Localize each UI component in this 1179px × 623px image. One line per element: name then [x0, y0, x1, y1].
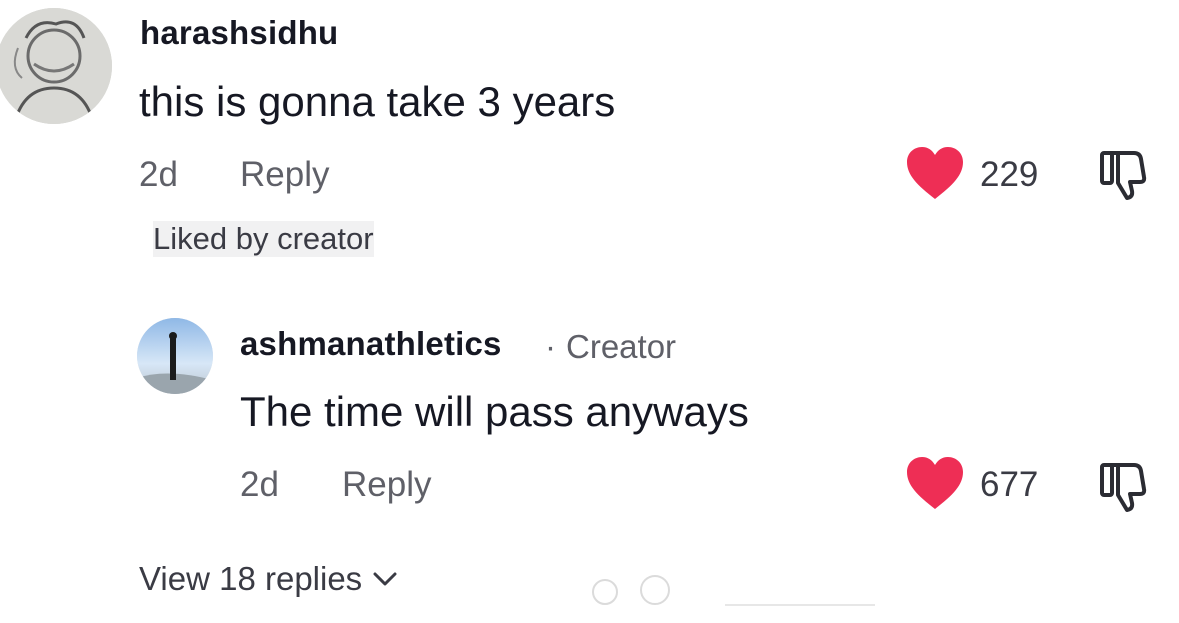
avatar[interactable] — [0, 8, 112, 124]
avatar[interactable] — [137, 318, 213, 394]
like-count: 677 — [980, 465, 1039, 504]
heart-icon[interactable] — [905, 145, 965, 201]
like-count: 229 — [980, 155, 1039, 194]
chevron-down-icon — [373, 572, 397, 586]
liked-by-creator-badge: Liked by creator — [153, 221, 374, 257]
comment-item: harashsidhu this is gonna take 3 years 2… — [0, 0, 1179, 280]
view-replies-button[interactable]: View 18 replies — [139, 560, 398, 598]
comment-time: 2d — [240, 465, 279, 504]
username[interactable]: harashsidhu — [140, 14, 338, 52]
comment-text: The time will pass anyways — [240, 388, 749, 435]
heart-icon[interactable] — [905, 455, 965, 511]
reply-button[interactable]: Reply — [342, 465, 431, 505]
comment-text: this is gonna take 3 years — [139, 78, 616, 125]
reply-button[interactable]: Reply — [240, 155, 329, 195]
thumbs-down-icon[interactable] — [1098, 457, 1154, 513]
creator-tag-text: Creator — [566, 328, 677, 365]
separator-dot: · — [545, 328, 556, 365]
view-replies-label: View 18 replies — [139, 560, 363, 597]
watermark-faint-icons — [585, 570, 885, 610]
creator-label: · Creator — [545, 328, 676, 366]
comment-time: 2d — [139, 155, 178, 194]
reply-comment-item: ashmanathletics · Creator The time will p… — [0, 300, 1179, 540]
thumbs-down-icon[interactable] — [1098, 145, 1154, 201]
username[interactable]: ashmanathletics — [240, 325, 502, 363]
